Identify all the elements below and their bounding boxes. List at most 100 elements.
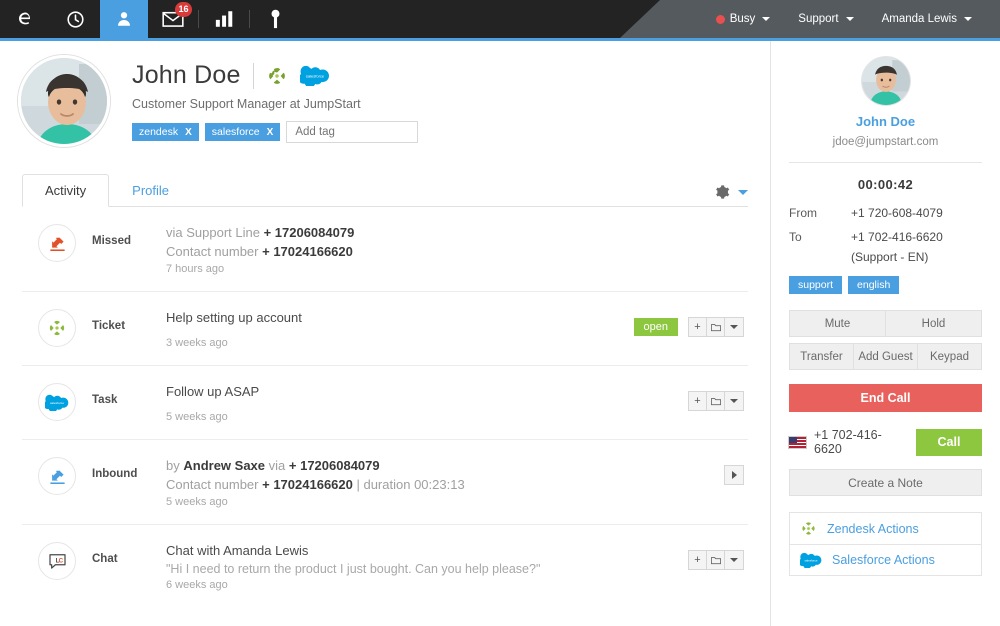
activity-timestamp: 7 hours ago xyxy=(166,263,225,275)
activity-actions: + xyxy=(688,383,748,411)
hold-button[interactable]: Hold xyxy=(886,310,982,337)
zendesk-actions-item[interactable]: Zendesk Actions xyxy=(790,513,981,545)
table-row[interactable]: salesforce Task Follow up ASAP 5 weeks a… xyxy=(22,366,748,440)
activity-actions xyxy=(724,457,748,485)
folder-icon[interactable] xyxy=(707,392,725,410)
chevron-down-icon xyxy=(762,17,771,21)
tab-tools xyxy=(714,184,748,206)
contact-number-label: Contact number xyxy=(166,244,259,259)
app-window: 16 Busy Support Amanda Lewis John Doe sa… xyxy=(0,0,1000,626)
tag-salesforce[interactable]: salesforce X xyxy=(204,123,281,141)
salesforce-icon[interactable]: salesforce xyxy=(299,65,330,86)
transfer-button[interactable]: Transfer xyxy=(789,343,854,370)
from-value: +1 720-608-4079 xyxy=(851,206,943,220)
table-row[interactable]: Inbound by Andrew Saxe via + 17206084079… xyxy=(22,440,748,525)
page-title: John Doe xyxy=(132,61,241,89)
activity-list: Missed via Support Line + 17206084079 Co… xyxy=(22,207,748,607)
call-tag-english[interactable]: english xyxy=(848,276,900,294)
table-row[interactable]: Ticket Help setting up account 3 weeks a… xyxy=(22,292,748,366)
call-button[interactable]: Call xyxy=(916,428,982,456)
chevron-down-icon xyxy=(845,17,854,21)
svg-text:salesforce: salesforce xyxy=(305,73,324,78)
profile-header: John Doe salesforce Customer Support Man… xyxy=(0,41,770,147)
contacts-icon[interactable] xyxy=(100,0,148,38)
team-dropdown[interactable]: Support xyxy=(784,13,867,25)
via-number: + 17206084079 xyxy=(263,225,355,240)
by-label: by xyxy=(166,458,180,473)
gear-icon[interactable] xyxy=(714,184,730,200)
sidebar-contact-name[interactable]: John Doe xyxy=(789,114,982,129)
tab-profile[interactable]: Profile xyxy=(109,174,192,207)
mute-button[interactable]: Mute xyxy=(789,310,886,337)
activity-line-1: by Andrew Saxe via + 17206084079 xyxy=(166,458,724,473)
activity-body: Chat with Amanda Lewis "Hi I need to ret… xyxy=(166,542,688,591)
activity-line-2: Contact number + 17024166620 | duration … xyxy=(166,477,724,492)
chevron-down-icon[interactable] xyxy=(738,189,748,195)
activity-line-1: via Support Line + 17206084079 xyxy=(166,225,744,240)
zendesk-icon xyxy=(800,520,817,537)
profile-subtitle: Customer Support Manager at JumpStart xyxy=(132,97,361,111)
salesforce-actions-item[interactable]: salesforce Salesforce Actions xyxy=(790,545,981,575)
dial-row: +1 702-416-6620 Call xyxy=(789,428,982,456)
status-label: Busy xyxy=(729,13,756,25)
chevron-down-icon[interactable] xyxy=(725,551,743,569)
chevron-down-icon[interactable] xyxy=(725,318,743,336)
topnav-icon-group: 16 xyxy=(0,0,300,38)
stats-icon[interactable] xyxy=(199,0,249,38)
tab-activity[interactable]: Activity xyxy=(22,174,110,207)
profile-name-row: John Doe salesforce xyxy=(132,61,418,90)
add-icon[interactable]: + xyxy=(689,318,707,336)
to-queue-label: (Support - EN) xyxy=(851,250,929,264)
salesforce-icon: salesforce xyxy=(38,383,76,421)
status-dropdown[interactable]: Busy xyxy=(702,13,785,25)
sidebar-contact-email: jdoe@jumpstart.com xyxy=(832,136,939,148)
mail-icon[interactable]: 16 xyxy=(148,0,198,38)
activity-title: Help setting up account xyxy=(166,310,302,325)
salesforce-actions-label: Salesforce Actions xyxy=(832,553,935,567)
activity-body: Follow up ASAP 5 weeks ago xyxy=(166,383,688,423)
remove-tag-icon[interactable]: X xyxy=(185,127,192,138)
add-icon[interactable]: + xyxy=(689,551,707,569)
clock-icon[interactable] xyxy=(50,0,100,38)
mail-unread-badge: 16 xyxy=(175,2,192,17)
tag-label: salesforce xyxy=(211,126,260,138)
user-menu-dropdown[interactable]: Amanda Lewis xyxy=(868,13,986,25)
key-icon[interactable] xyxy=(250,0,300,38)
folder-icon[interactable] xyxy=(707,318,725,336)
call-tag-support[interactable]: support xyxy=(789,276,843,294)
activity-timestamp: 5 weeks ago xyxy=(166,411,228,423)
table-row[interactable]: Missed via Support Line + 17206084079 Co… xyxy=(22,207,748,292)
echo-logo-icon[interactable] xyxy=(0,0,50,38)
to-value: +1 702-416-6620 xyxy=(851,230,943,244)
keypad-button[interactable]: Keypad xyxy=(918,343,982,370)
divider xyxy=(789,162,982,163)
row-button-group: + xyxy=(688,391,744,411)
contact-number-value: + 17024166620 xyxy=(262,244,353,259)
table-row[interactable]: L C Chat Chat with Amanda Lewis "Hi I ne… xyxy=(22,525,748,607)
create-note-button[interactable]: Create a Note xyxy=(789,469,982,496)
status-badge: open xyxy=(633,318,678,336)
add-tag-input[interactable] xyxy=(286,121,419,143)
add-icon[interactable]: + xyxy=(689,392,707,410)
to-label: To xyxy=(789,230,802,244)
add-guest-button[interactable]: Add Guest xyxy=(854,343,918,370)
remove-tag-icon[interactable]: X xyxy=(267,127,274,138)
livechat-icon: L C xyxy=(38,542,76,580)
play-recording-icon[interactable] xyxy=(725,466,743,484)
activity-title: Follow up ASAP xyxy=(166,384,260,399)
zendesk-icon xyxy=(38,309,76,347)
call-tags: support english xyxy=(789,276,982,294)
svg-text:C: C xyxy=(58,557,63,564)
activity-type-label: Chat xyxy=(92,553,118,565)
activity-type-label: Inbound xyxy=(92,468,138,480)
zendesk-icon[interactable] xyxy=(266,65,288,87)
folder-icon[interactable] xyxy=(707,551,725,569)
main-panel: John Doe salesforce Customer Support Man… xyxy=(0,41,770,626)
row-button-group: + xyxy=(688,317,744,337)
top-navigation-bar: 16 Busy Support Amanda Lewis xyxy=(0,0,1000,38)
chevron-down-icon[interactable] xyxy=(725,392,743,410)
call-timer: 00:00:42 xyxy=(857,177,914,192)
tag-zendesk[interactable]: zendesk X xyxy=(132,123,199,141)
end-call-button[interactable]: End Call xyxy=(789,384,982,412)
via-label: via Support Line xyxy=(166,225,260,240)
